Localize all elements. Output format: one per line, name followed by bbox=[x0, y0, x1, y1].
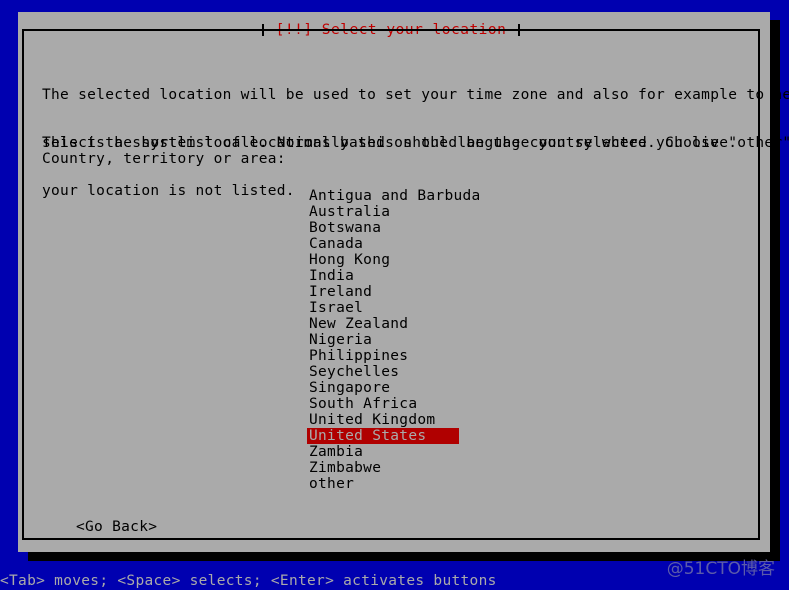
country-list-item[interactable]: Canada bbox=[307, 236, 459, 252]
country-list-item[interactable]: South Africa bbox=[307, 396, 459, 412]
country-list-item[interactable]: Hong Kong bbox=[307, 252, 459, 268]
country-list-item[interactable]: Singapore bbox=[307, 380, 459, 396]
country-list-item[interactable]: Ireland bbox=[307, 284, 459, 300]
country-list-item[interactable]: Zimbabwe bbox=[307, 460, 459, 476]
country-list-item[interactable]: Israel bbox=[307, 300, 459, 316]
country-prompt-label: Country, territory or area: bbox=[42, 151, 286, 167]
country-list-item[interactable]: Nigeria bbox=[307, 332, 459, 348]
country-list-item[interactable]: India bbox=[307, 268, 459, 284]
select-location-dialog: [!!] Select your location The selected l… bbox=[18, 12, 789, 552]
installer-screen: [!!] Select your location The selected l… bbox=[0, 0, 789, 590]
country-list-item[interactable]: Zambia bbox=[307, 444, 459, 460]
country-list[interactable]: Antigua and Barbuda Australia Botswana Cana… bbox=[307, 188, 607, 492]
country-list-item[interactable]: Seychelles bbox=[307, 364, 459, 380]
country-list-item[interactable]: other bbox=[307, 476, 459, 492]
country-list-item[interactable]: Antigua and Barbuda bbox=[307, 188, 480, 204]
country-list-item[interactable]: Philippines bbox=[307, 348, 459, 364]
shortlist-line-1: This is a shortlist of locations based o… bbox=[42, 135, 789, 151]
dialog-content: The selected location will be used to se… bbox=[28, 36, 789, 536]
country-list-item[interactable]: Botswana bbox=[307, 220, 459, 236]
country-list-item[interactable]: United Kingdom bbox=[307, 412, 459, 428]
country-list-item[interactable]: United States bbox=[307, 428, 459, 444]
country-list-item[interactable]: Australia bbox=[307, 204, 459, 220]
watermark: @51CTO博客 bbox=[666, 559, 775, 579]
go-back-button[interactable]: <Go Back> bbox=[76, 519, 157, 535]
intro-line-1: The selected location will be used to se… bbox=[42, 87, 789, 103]
country-list-item[interactable]: New Zealand bbox=[307, 316, 459, 332]
